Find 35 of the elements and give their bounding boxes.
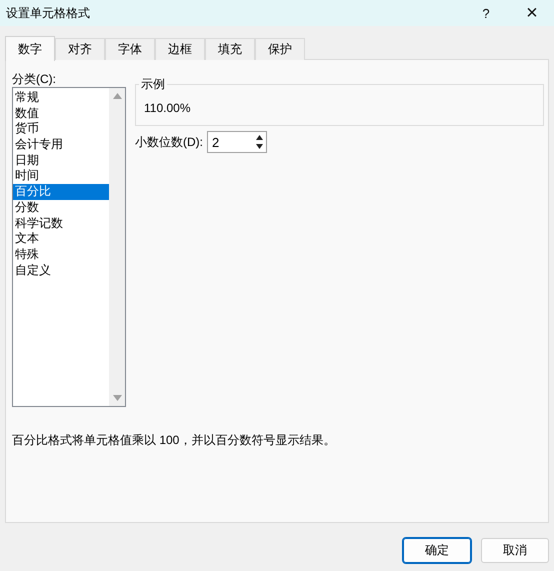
decimal-places-field[interactable]: 2 [207, 131, 267, 153]
description-text: 百分比格式将单元格值乘以 100，并以百分数符号显示结果。 [12, 432, 336, 449]
tab[interactable]: 填充 [205, 38, 255, 60]
tab[interactable]: 字体 [105, 38, 155, 60]
ok-button[interactable]: 确定 [403, 538, 471, 563]
category-item[interactable]: 会计专用 [13, 137, 109, 153]
close-button[interactable]: × [520, 2, 544, 24]
category-label: 分类(C): [12, 71, 57, 85]
category-item[interactable]: 货币 [13, 121, 109, 138]
spin-up-icon[interactable] [256, 135, 263, 140]
cancel-button[interactable]: 取消 [481, 538, 549, 563]
category-item[interactable]: 常规 [13, 90, 109, 106]
tab[interactable]: 数字 [5, 36, 55, 61]
category-item[interactable]: 特殊 [13, 246, 109, 263]
sample-value: 110.00% [144, 101, 190, 115]
spin-down-icon[interactable] [256, 144, 263, 149]
category-item[interactable]: 自定义 [13, 262, 109, 278]
category-item[interactable]: 文本 [13, 231, 109, 247]
category-item[interactable]: 分数 [13, 200, 109, 216]
category-item[interactable]: 数值 [13, 106, 109, 122]
scroll-up-icon[interactable] [112, 93, 122, 99]
decimal-places-label: 小数位数(D): [135, 134, 203, 150]
tab[interactable]: 边框 [155, 38, 205, 60]
window-title: 设置单元格格式 [6, 4, 91, 22]
tab[interactable]: 对齐 [55, 38, 105, 60]
scroll-down-icon[interactable] [112, 395, 122, 401]
tab[interactable]: 保护 [255, 38, 305, 60]
category-item[interactable]: 百分比 [13, 184, 109, 200]
category-list[interactable]: 常规 数值 货币 会计专用 日期 时间 百分比 分数 科学记数 文本 特殊 自定义 [12, 87, 126, 407]
sample-label: 示例 [139, 76, 167, 93]
category-item[interactable]: 日期 [13, 152, 109, 168]
category-item[interactable]: 科学记数 [13, 216, 109, 232]
category-item[interactable]: 时间 [13, 168, 109, 184]
help-button[interactable]: ? [476, 6, 496, 20]
scrollbar[interactable] [109, 88, 125, 406]
